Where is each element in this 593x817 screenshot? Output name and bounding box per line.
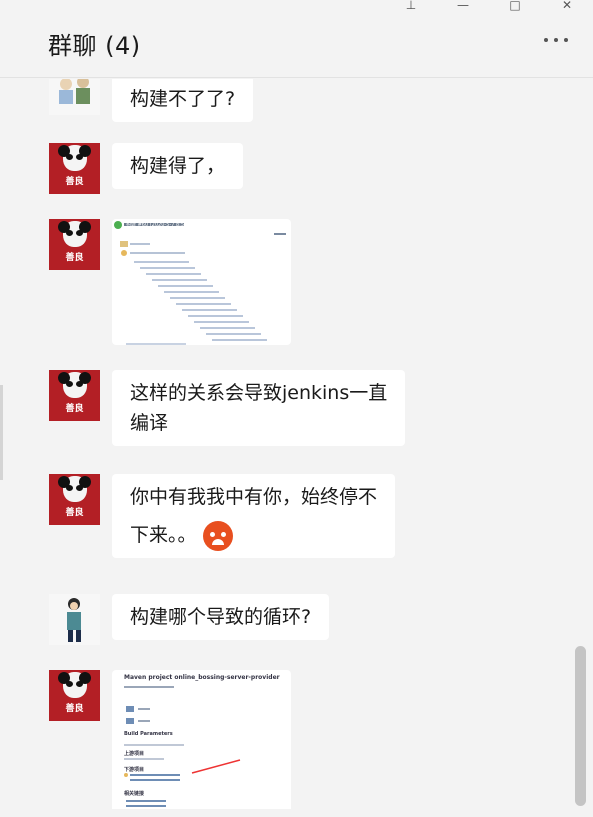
image-message[interactable]: 构建 #60 (2020-5-7 8:53:47) — [112, 219, 291, 345]
close-icon[interactable]: ✕ — [541, 0, 593, 12]
window-controls: ⊥ — □ ✕ — [385, 0, 593, 12]
scrollbar[interactable] — [575, 646, 586, 806]
avatar[interactable]: 善良 — [49, 143, 100, 194]
avatar[interactable]: 善良 — [49, 370, 100, 421]
message-bubble[interactable]: 构建得了， — [112, 143, 244, 189]
avatar[interactable]: 善良 — [49, 474, 100, 525]
avatar[interactable] — [49, 594, 100, 645]
minimize-icon[interactable]: — — [437, 0, 489, 12]
chat-messages[interactable]: 构建不了了? 善良 构建得了， 善良 构建 #60 (2020-5-7 8:53… — [0, 79, 593, 809]
avatar[interactable]: 善良 — [49, 219, 100, 270]
more-options-icon[interactable] — [544, 38, 568, 42]
message-bubble[interactable]: 这样的关系会导致jenkins一直 编译 — [112, 370, 406, 446]
build-graph-screenshot: 构建 #60 (2020-5-7 8:53:47) — [112, 219, 291, 345]
chat-title: 群聊 (4) — [48, 32, 141, 60]
maven-project-screenshot: Maven project online_bossing-server-prov… — [112, 670, 291, 809]
pin-icon[interactable]: ⊥ — [385, 0, 437, 12]
message-bubble[interactable]: 你中有我我中有你，始终停不 下来。。 — [112, 474, 396, 558]
image-message[interactable]: Maven project online_bossing-server-prov… — [112, 670, 291, 809]
message-bubble[interactable]: 构建哪个导致的循环? — [112, 594, 330, 640]
angry-face-icon — [202, 520, 233, 551]
avatar[interactable] — [49, 79, 100, 115]
maximize-icon[interactable]: □ — [489, 0, 541, 12]
message-bubble[interactable]: 构建不了了? — [112, 79, 254, 122]
avatar[interactable]: 善良 — [49, 670, 100, 721]
